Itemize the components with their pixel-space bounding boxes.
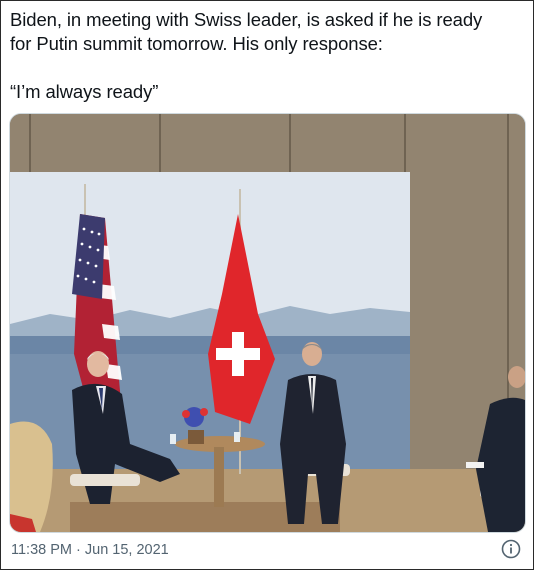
tweet-timestamp[interactable]: 11:38 PM · Jun 15, 2021: [11, 541, 169, 559]
tweet-photo[interactable]: [9, 113, 526, 533]
tweet-card: Biden, in meeting with Swiss leader, is …: [0, 0, 534, 570]
info-icon[interactable]: [501, 539, 521, 559]
tweet-text: Biden, in meeting with Swiss leader, is …: [10, 9, 483, 102]
